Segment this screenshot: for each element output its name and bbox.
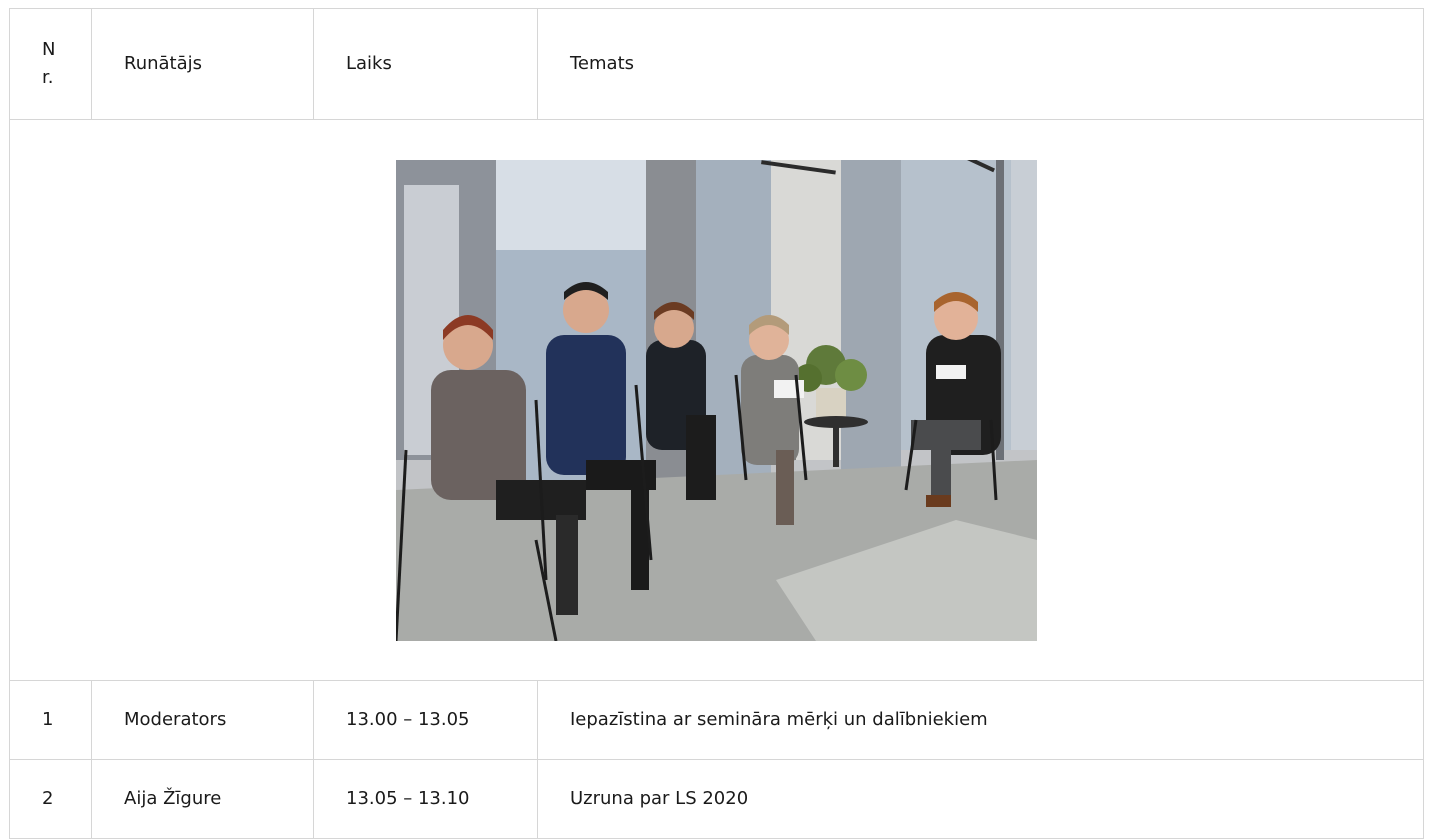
- row-2-time: 13.05 – 13.10: [313, 759, 538, 839]
- photo-row: [9, 119, 1424, 681]
- header-time: Laiks: [313, 8, 538, 120]
- header-topic: Temats: [537, 8, 1424, 120]
- agenda-table: Nr. Runātājs Laiks Temats 1 Moderators 1…: [9, 8, 1424, 839]
- header-nr-label: Nr.: [42, 39, 56, 88]
- table-row: 1 Moderators 13.00 – 13.05 Iepazīstina a…: [9, 680, 1424, 760]
- row-2-nr: 2: [9, 759, 92, 839]
- header-nr: Nr.: [9, 8, 92, 120]
- row-2-speaker: Aija Žīgure: [91, 759, 314, 839]
- table-row: 2 Aija Žīgure 13.05 – 13.10 Uzruna par L…: [9, 759, 1424, 839]
- header-speaker: Runātājs: [91, 8, 314, 120]
- seminar-photo-icon: [396, 159, 1037, 641]
- row-2-topic: Uzruna par LS 2020: [537, 759, 1424, 839]
- table-header-row: Nr. Runātājs Laiks Temats: [9, 8, 1424, 120]
- row-1-time: 13.00 – 13.05: [313, 680, 538, 760]
- photo-cell: [9, 119, 1424, 681]
- row-1-nr: 1: [9, 680, 92, 760]
- row-1-speaker: Moderators: [91, 680, 314, 760]
- row-1-topic: Iepazīstina ar semināra mērķi un dalībni…: [537, 680, 1424, 760]
